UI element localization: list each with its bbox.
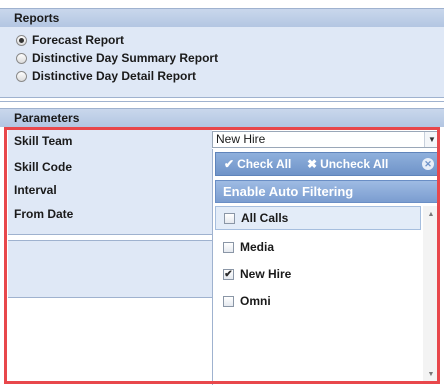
radio-distinctive-day-detail[interactable]: Distinctive Day Detail Report <box>16 68 196 84</box>
radio-unchecked-icon[interactable] <box>16 52 27 64</box>
divider <box>0 101 444 102</box>
radio-distinctive-day-summary[interactable]: Distinctive Day Summary Report <box>16 50 218 66</box>
radio-forecast-report[interactable]: Forecast Report <box>16 32 124 48</box>
reports-panel-title: Reports <box>0 9 444 27</box>
reports-panel: Reports Forecast Report Distinctive Day … <box>0 8 444 98</box>
highlight-box <box>4 127 440 384</box>
parameters-panel-title: Parameters <box>0 109 444 127</box>
radio-label: Forecast Report <box>32 33 125 47</box>
radio-checked-icon[interactable] <box>16 34 27 46</box>
radio-label: Distinctive Day Summary Report <box>32 51 219 65</box>
radio-unchecked-icon[interactable] <box>16 70 27 82</box>
radio-label: Distinctive Day Detail Report <box>32 69 197 83</box>
